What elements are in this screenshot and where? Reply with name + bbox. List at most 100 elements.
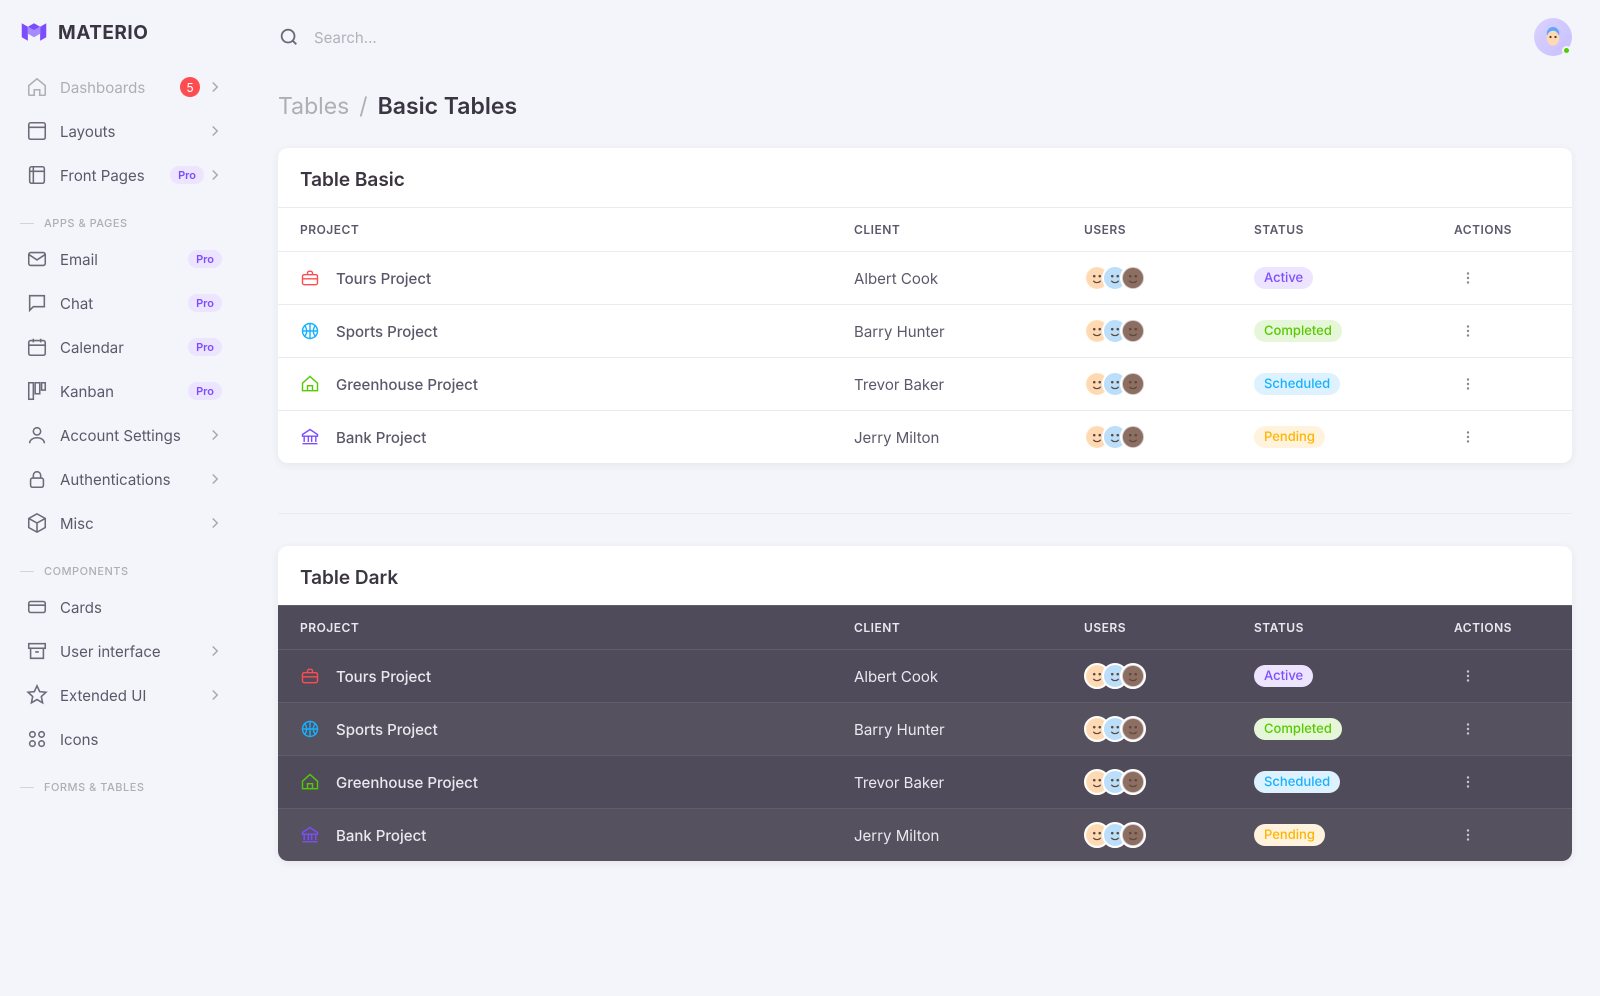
mail-icon xyxy=(26,248,48,270)
sidebar-item-authentications[interactable]: Authentications xyxy=(8,458,242,500)
table-dark: PROJECT CLIENT USERS STATUS ACTIONS Tour… xyxy=(278,605,1572,861)
row-actions-button[interactable] xyxy=(1454,264,1482,292)
client-name: Jerry Milton xyxy=(832,809,1062,862)
archive-icon xyxy=(26,640,48,662)
avatar-icon xyxy=(1120,371,1146,397)
client-name: Barry Hunter xyxy=(832,305,1062,358)
pro-badge: Pro xyxy=(188,338,222,356)
table-row: Sports ProjectBarry HunterCompleted xyxy=(278,703,1572,756)
avatar-icon xyxy=(1120,663,1146,689)
pro-badge: Pro xyxy=(188,382,222,400)
breadcrumb-current: Basic Tables xyxy=(378,92,518,120)
sidebar-item-email[interactable]: EmailPro xyxy=(8,238,242,280)
status-badge: Completed xyxy=(1254,718,1342,740)
nav-label: Email xyxy=(60,250,188,269)
th-actions: ACTIONS xyxy=(1432,606,1572,650)
th-status: STATUS xyxy=(1232,606,1432,650)
th-users: USERS xyxy=(1062,606,1232,650)
status-badge: Pending xyxy=(1254,824,1325,846)
status-online-icon xyxy=(1562,46,1571,55)
breadcrumb-parent[interactable]: Tables xyxy=(278,92,349,120)
row-actions-button[interactable] xyxy=(1454,370,1482,398)
th-client: CLIENT xyxy=(832,208,1062,252)
house-icon xyxy=(300,772,320,792)
card-title: Table Basic xyxy=(278,148,1572,207)
dots-vertical-icon xyxy=(1459,667,1477,685)
row-actions-button[interactable] xyxy=(1454,821,1482,849)
row-actions-button[interactable] xyxy=(1454,317,1482,345)
project-name: Greenhouse Project xyxy=(336,773,478,792)
user-avatars[interactable] xyxy=(1084,424,1210,450)
main-content: Tables / Basic Tables Table Basic PROJEC… xyxy=(250,0,1600,996)
sidebar-item-cards[interactable]: Cards xyxy=(8,586,242,628)
sidebar-item-layouts[interactable]: Layouts xyxy=(8,110,242,152)
brand[interactable]: MATERIO xyxy=(0,10,250,64)
project-name: Tours Project xyxy=(336,667,431,686)
sidebar-item-kanban[interactable]: KanbanPro xyxy=(8,370,242,412)
user-avatars[interactable] xyxy=(1084,716,1210,742)
user-avatars[interactable] xyxy=(1084,371,1210,397)
dots-vertical-icon xyxy=(1459,375,1477,393)
nav-label: Misc xyxy=(60,514,206,533)
table-row: Bank ProjectJerry MiltonPending xyxy=(278,411,1572,464)
table-basic: PROJECT CLIENT USERS STATUS ACTIONS Tour… xyxy=(278,207,1572,463)
user-avatars[interactable] xyxy=(1084,265,1210,291)
nav-label: Icons xyxy=(60,730,224,749)
user-avatars[interactable] xyxy=(1084,318,1210,344)
chevron-right-icon xyxy=(206,426,224,444)
user-avatars[interactable] xyxy=(1084,769,1210,795)
user-avatars[interactable] xyxy=(1084,822,1210,848)
user-avatar-button[interactable] xyxy=(1534,18,1572,56)
breadcrumb-separator: / xyxy=(359,92,367,120)
row-actions-button[interactable] xyxy=(1454,423,1482,451)
project-name: Greenhouse Project xyxy=(336,375,478,394)
sidebar: MATERIO Dashboards5LayoutsFront PagesPro… xyxy=(0,0,250,996)
sidebar-item-account-settings[interactable]: Account Settings xyxy=(8,414,242,456)
nav-label: User interface xyxy=(60,642,206,661)
divider xyxy=(278,513,1572,514)
dots-vertical-icon xyxy=(1459,269,1477,287)
sidebar-item-misc[interactable]: Misc xyxy=(8,502,242,544)
nav-label: Kanban xyxy=(60,382,188,401)
nav-label: Front Pages xyxy=(60,166,170,185)
kanban-icon xyxy=(26,380,48,402)
row-actions-button[interactable] xyxy=(1454,715,1482,743)
row-actions-button[interactable] xyxy=(1454,662,1482,690)
brand-logo-icon xyxy=(20,18,48,46)
user-avatars[interactable] xyxy=(1084,663,1210,689)
nav-section-components: COMPONENTS xyxy=(0,546,250,584)
layout-icon xyxy=(26,120,48,142)
sidebar-item-extended-ui[interactable]: Extended UI xyxy=(8,674,242,716)
dots-vertical-icon xyxy=(1459,322,1477,340)
nav-section-forms: FORMS & TABLES xyxy=(0,762,250,800)
row-actions-button[interactable] xyxy=(1454,768,1482,796)
project-name: Sports Project xyxy=(336,720,438,739)
sidebar-item-user-interface[interactable]: User interface xyxy=(8,630,242,672)
sidebar-item-chat[interactable]: ChatPro xyxy=(8,282,242,324)
project-name: Bank Project xyxy=(336,826,426,845)
nav-label: Dashboards xyxy=(60,78,180,97)
sidebar-item-front-pages[interactable]: Front PagesPro xyxy=(8,154,242,196)
nav-label: Authentications xyxy=(60,470,206,489)
avatar-icon xyxy=(1120,769,1146,795)
sidebar-item-calendar[interactable]: CalendarPro xyxy=(8,326,242,368)
nav-label: Layouts xyxy=(60,122,206,141)
status-badge: Pending xyxy=(1254,426,1325,448)
client-name: Jerry Milton xyxy=(832,411,1062,464)
table-row: Greenhouse ProjectTrevor BakerScheduled xyxy=(278,358,1572,411)
status-badge: Scheduled xyxy=(1254,771,1340,793)
dots-vertical-icon xyxy=(1459,773,1477,791)
sidebar-item-dashboards[interactable]: Dashboards5 xyxy=(8,66,242,108)
th-project: PROJECT xyxy=(278,606,832,650)
search-icon[interactable] xyxy=(278,26,300,48)
badge-count: 5 xyxy=(180,77,200,97)
basketball-icon xyxy=(300,719,320,739)
th-actions: ACTIONS xyxy=(1432,208,1572,252)
card-table-dark: Table Dark PROJECT CLIENT USERS STATUS A… xyxy=(278,546,1572,861)
avatar-icon xyxy=(1120,822,1146,848)
sidebar-item-icons[interactable]: Icons xyxy=(8,718,242,760)
card-table-basic: Table Basic PROJECT CLIENT USERS STATUS … xyxy=(278,148,1572,463)
search-input[interactable] xyxy=(314,28,1520,47)
dots-vertical-icon xyxy=(1459,720,1477,738)
client-name: Trevor Baker xyxy=(832,358,1062,411)
